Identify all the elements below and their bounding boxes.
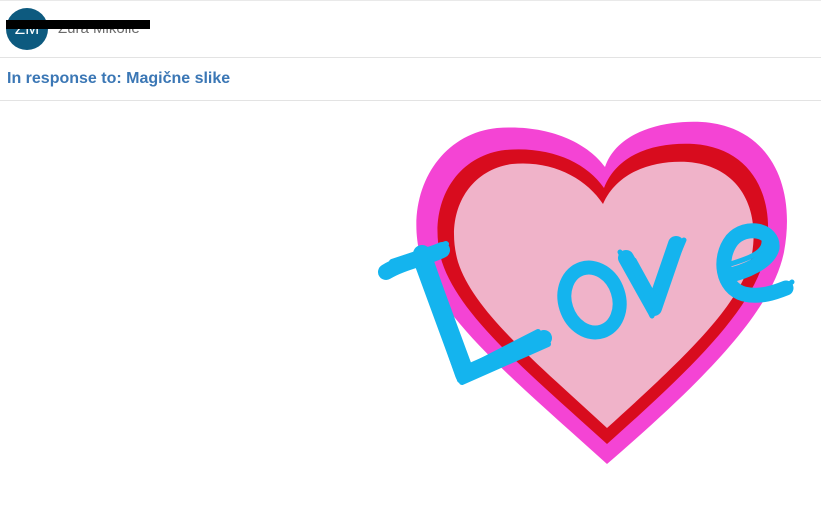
redaction-bar bbox=[6, 20, 150, 29]
divider bbox=[0, 57, 821, 58]
heart-love-image bbox=[378, 121, 795, 465]
post-header: ZM Zura Mikolle bbox=[0, 1, 821, 57]
post-view: ZM Zura Mikolle In response to: Magične … bbox=[0, 0, 821, 521]
in-response-to-link[interactable]: In response to: Magične slike bbox=[7, 70, 230, 88]
avatar[interactable]: ZM bbox=[6, 8, 48, 50]
divider bbox=[0, 100, 821, 101]
